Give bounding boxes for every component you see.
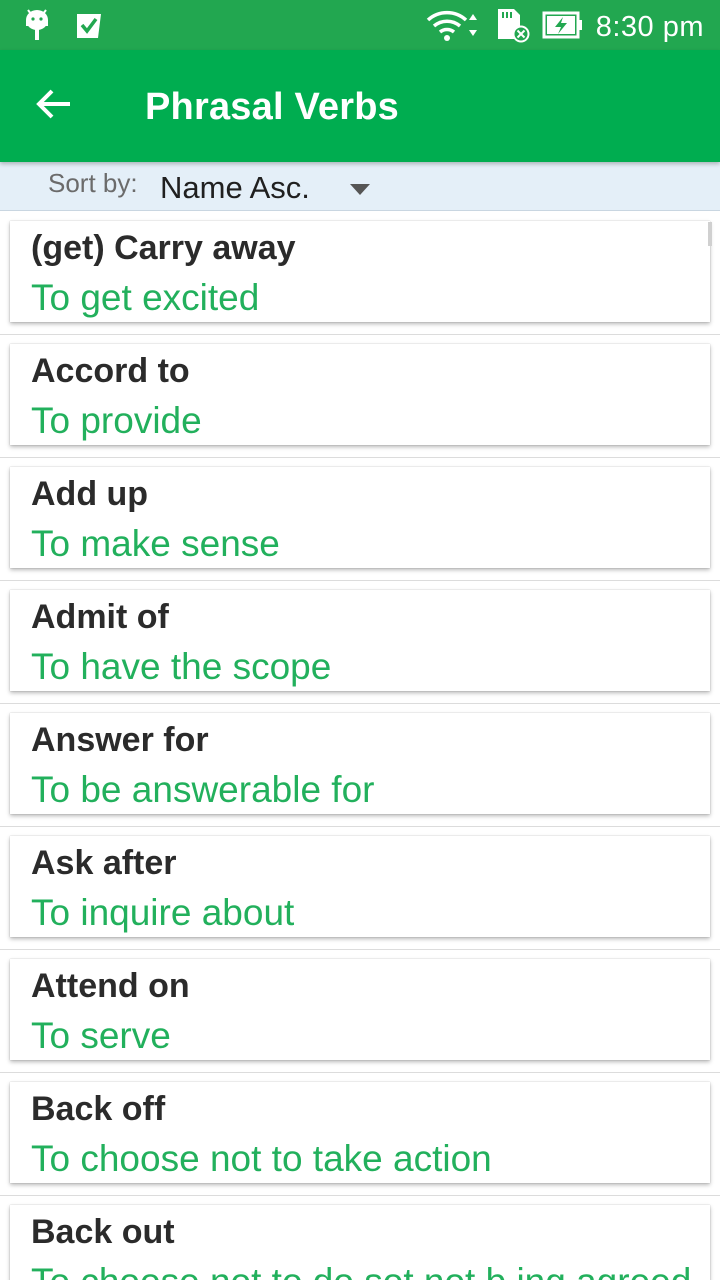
item-meaning: To get excited	[31, 277, 260, 318]
list-item: Ask after To inquire about	[0, 826, 720, 950]
list-item: Back off To choose not to take action	[0, 1072, 720, 1196]
sort-dropdown[interactable]: Name Asc.	[158, 168, 388, 208]
sort-bar: Sort by: Name Asc.	[0, 162, 720, 211]
item-meaning: To be answerable for	[31, 769, 375, 810]
item-term: Add up	[31, 475, 149, 513]
page-title: Phrasal Verbs	[145, 86, 399, 128]
item-meaning: To choose not to do sot not b ing agreed	[31, 1261, 691, 1280]
check-icon	[74, 8, 104, 47]
list-item: Answer for To be answerable for	[0, 703, 720, 827]
back-button[interactable]	[26, 78, 82, 134]
list-item: Admit of To have the scope	[0, 580, 720, 704]
android-icon	[22, 8, 52, 47]
scrollbar-thumb[interactable]	[708, 222, 712, 246]
item-meaning: To have the scope	[31, 646, 332, 687]
app-bar: Phrasal Verbs	[0, 50, 720, 162]
list-item: Accord to To provide	[0, 334, 720, 458]
list-item-card[interactable]: Back off To choose not to take action	[10, 1082, 710, 1183]
item-term: Ask after	[31, 844, 177, 882]
item-meaning: To choose not to take action	[31, 1138, 492, 1179]
item-term: Admit of	[31, 598, 169, 636]
battery-charging-icon	[542, 10, 584, 45]
clock: 8:30 pm	[595, 11, 704, 43]
list-item: (get) Carry away To get excited	[0, 211, 720, 335]
list-item-card[interactable]: Accord to To provide	[10, 344, 710, 445]
item-meaning: To inquire about	[31, 892, 295, 933]
item-term: Back off	[31, 1090, 166, 1128]
list-item-card[interactable]: Answer for To be answerable for	[10, 713, 710, 814]
item-meaning: To make sense	[31, 523, 280, 564]
phrasal-verb-list[interactable]: (get) Carry away To get excited Accord t…	[0, 211, 720, 1280]
item-meaning: To serve	[31, 1015, 171, 1056]
list-item-card[interactable]: Ask after To inquire about	[10, 836, 710, 937]
item-term: Attend on	[31, 967, 190, 1005]
arrow-left-icon	[36, 88, 72, 125]
list-item: Add up To make sense	[0, 457, 720, 581]
list-item-card[interactable]: Attend on To serve	[10, 959, 710, 1060]
sort-label: Sort by:	[48, 168, 138, 198]
status-bar: 8:30 pm	[0, 0, 720, 50]
chevron-down-icon	[350, 184, 370, 195]
list-item: Back out To choose not to do sot not b i…	[0, 1195, 720, 1280]
list-item-card[interactable]: Back out To choose not to do sot not b i…	[10, 1205, 710, 1280]
item-term: Answer for	[31, 721, 209, 759]
list-item-card[interactable]: (get) Carry away To get excited	[10, 221, 710, 322]
sort-selected-value: Name Asc.	[160, 170, 310, 205]
item-term: Accord to	[31, 352, 190, 390]
sd-card-icon	[494, 7, 530, 48]
item-term: (get) Carry away	[31, 229, 296, 267]
item-meaning: To provide	[31, 400, 202, 441]
list-item-card[interactable]: Admit of To have the scope	[10, 590, 710, 691]
list-item-card[interactable]: Add up To make sense	[10, 467, 710, 568]
wifi-icon	[426, 8, 482, 47]
item-term: Back out	[31, 1213, 175, 1251]
list-item: Attend on To serve	[0, 949, 720, 1073]
